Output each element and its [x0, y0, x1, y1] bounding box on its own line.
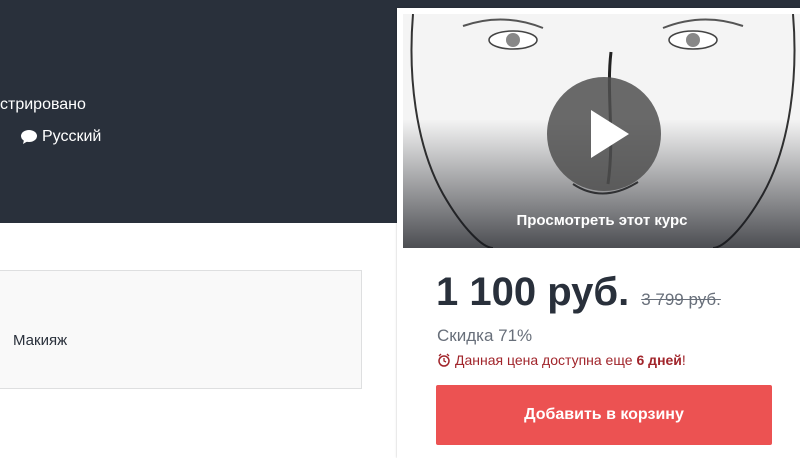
- original-price: 3 799 руб.: [641, 290, 721, 309]
- purchase-sidebar: Просмотреть этот курс 1 100 руб. 3 799 р…: [397, 8, 800, 458]
- category-box: Макияж: [0, 270, 362, 389]
- category-label[interactable]: Макияж: [13, 332, 67, 349]
- current-price: 1 100 руб.: [436, 270, 630, 314]
- speech-bubble-icon: [21, 130, 37, 144]
- add-to-cart-button[interactable]: Добавить в корзину: [436, 385, 772, 445]
- preview-label[interactable]: Просмотреть этот курс: [403, 212, 800, 229]
- enrollment-text: стрировано: [0, 96, 86, 113]
- course-preview[interactable]: Просмотреть этот курс: [403, 14, 800, 248]
- price-timer: Данная цена доступна еще 6 дней!: [437, 352, 686, 368]
- timer-suffix: !: [681, 352, 686, 368]
- timer-days: 6 дней: [636, 352, 682, 368]
- language-label: Русский: [42, 128, 102, 145]
- course-language: Русский: [20, 128, 101, 146]
- discount-label: Скидка 71%: [437, 326, 533, 345]
- play-icon[interactable]: [547, 77, 661, 191]
- price-row: 1 100 руб. 3 799 руб.: [436, 270, 721, 315]
- alarm-clock-icon: [438, 353, 450, 367]
- timer-prefix: Данная цена доступна еще: [455, 352, 633, 368]
